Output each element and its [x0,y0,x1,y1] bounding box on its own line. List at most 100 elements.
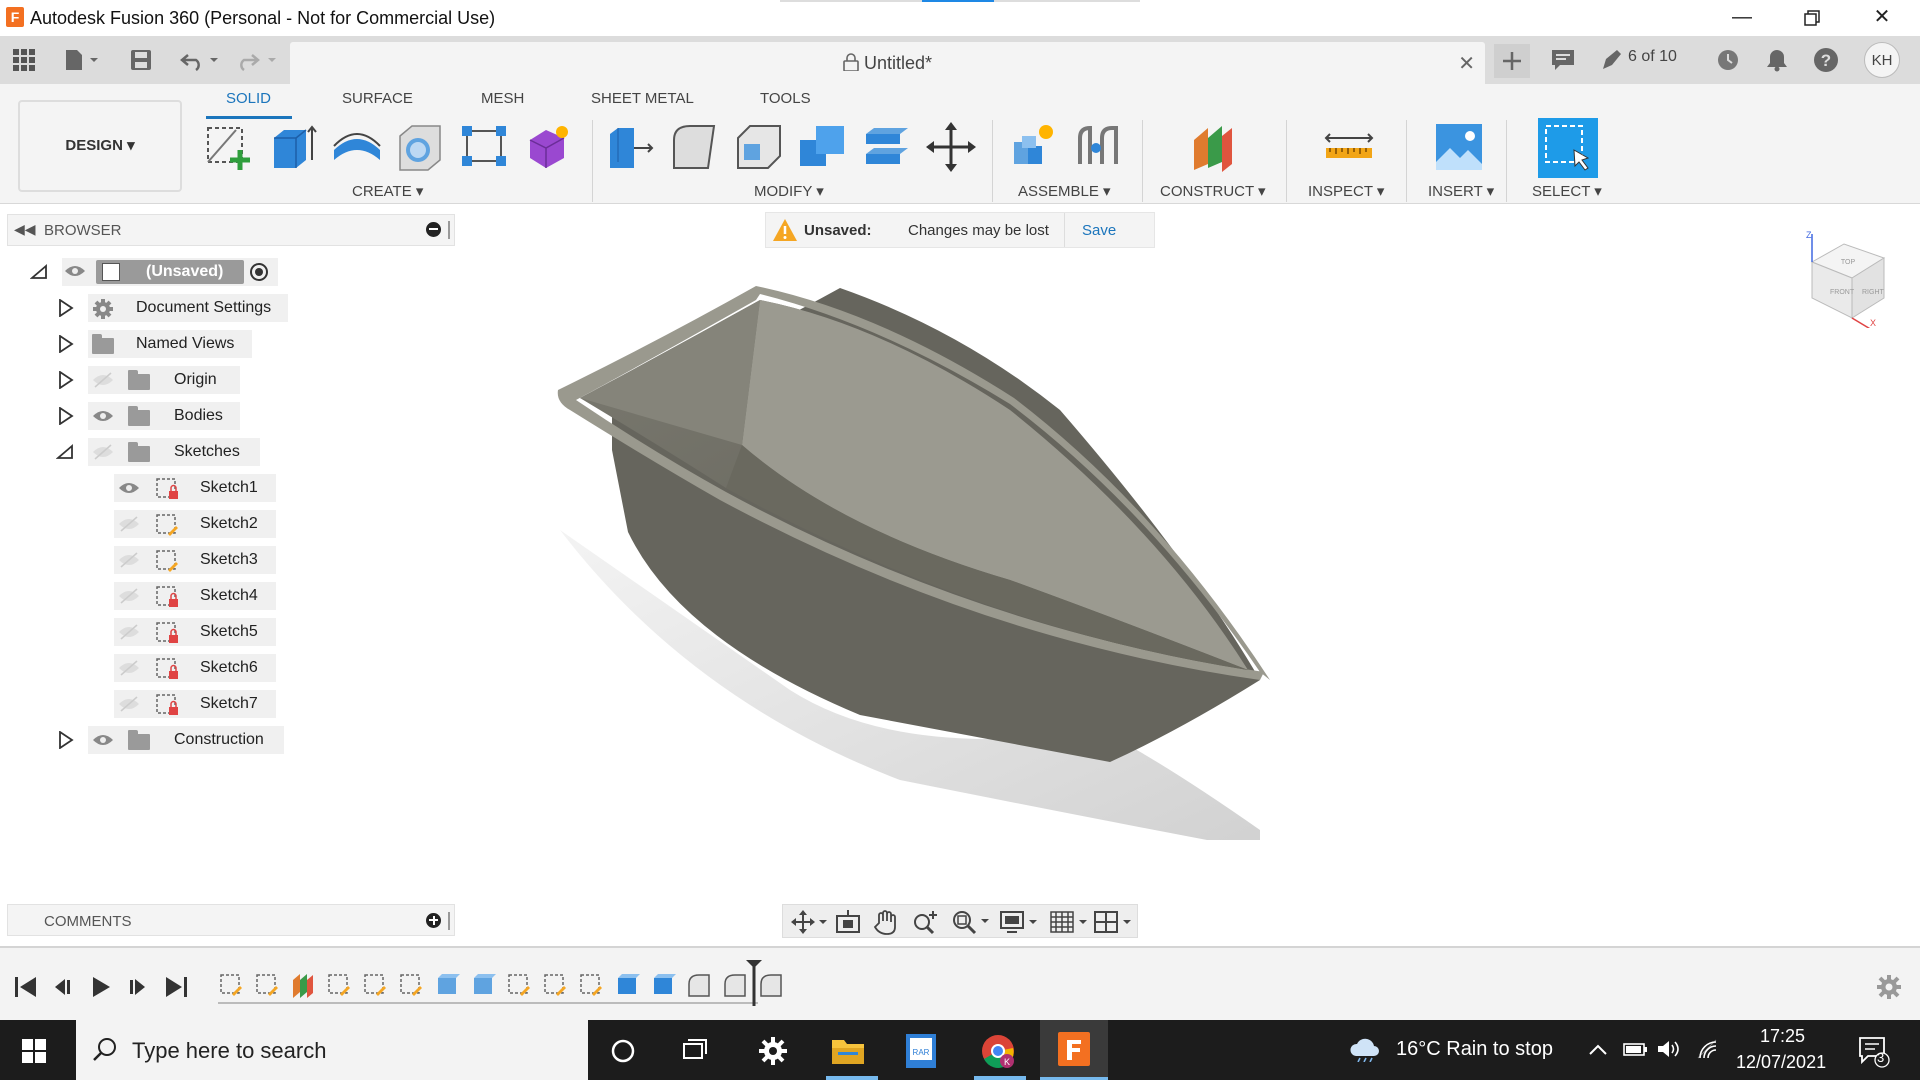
timeline-revolve-feature-icon[interactable] [470,972,496,998]
joint-icon[interactable] [1072,120,1126,174]
tree-item-sketch[interactable]: Sketch6 [0,654,460,682]
step-back-icon[interactable] [52,976,74,998]
tree-item-construction[interactable]: Construction [0,726,460,754]
apps-grid-icon[interactable] [10,44,38,76]
tree-item-sketch[interactable]: Sketch4 [0,582,460,610]
user-avatar[interactable]: KH [1864,42,1900,78]
expand-arrow-icon[interactable] [58,407,74,425]
timeline-sketch-feature-icon[interactable] [362,972,388,998]
notification-bell-icon[interactable] [1764,44,1790,76]
timeline-plane-feature-icon[interactable] [290,972,316,998]
play-icon[interactable] [90,976,112,998]
timeline-extrude-feature-icon[interactable] [614,972,640,998]
new-component-icon[interactable] [1008,120,1062,174]
timeline-sketch-feature-icon[interactable] [506,972,532,998]
zoom-icon[interactable] [911,909,939,935]
browser-resize-handle[interactable] [448,221,450,239]
hidden-eye-icon[interactable] [118,696,140,715]
inspect-menu[interactable]: INSPECT ▾ [1308,182,1384,200]
viewcube[interactable]: TOP FRONT RIGHT Z X [1800,228,1900,328]
close-tab-icon[interactable]: ✕ [1458,51,1475,76]
task-view-icon[interactable] [680,1038,710,1064]
hidden-eye-icon[interactable] [118,588,140,607]
winrar-icon[interactable]: RAR [904,1032,938,1070]
collapse-arrow-icon[interactable] [56,444,74,460]
volume-icon[interactable] [1656,1038,1682,1060]
visibility-eye-icon[interactable] [92,408,114,427]
file-menu-icon[interactable] [60,44,104,76]
timeline-sketch-feature-icon[interactable] [578,972,604,998]
tree-item-sketch[interactable]: Sketch1 [0,474,460,502]
assemble-menu[interactable]: ASSEMBLE ▾ [1018,182,1111,200]
viewport-3d[interactable] [540,260,1320,840]
grid-settings-icon[interactable] [1049,910,1089,934]
tree-item-document-settings[interactable]: Document Settings [0,294,460,322]
go-to-start-icon[interactable] [14,976,38,998]
rectangular-pattern-icon[interactable] [458,120,512,174]
display-settings-icon[interactable] [999,910,1039,934]
tree-item-sketches[interactable]: Sketches [0,438,460,466]
tree-item-named-views[interactable]: Named Views [0,330,460,358]
create-sketch-icon[interactable] [202,120,256,174]
modify-menu[interactable]: MODIFY ▾ [754,182,824,200]
chrome-icon[interactable]: K [980,1033,1016,1069]
step-forward-icon[interactable] [126,976,148,998]
viewports-icon[interactable] [1093,910,1133,934]
fillet-icon[interactable] [668,120,722,174]
settings-gear-icon[interactable] [758,1036,788,1066]
weather-text[interactable]: 16°C Rain to stop [1396,1038,1553,1061]
document-tab[interactable]: Untitled* ✕ [290,42,1485,84]
save-icon[interactable] [128,44,154,76]
hidden-eye-icon[interactable] [92,372,114,391]
save-link[interactable]: Save [1082,222,1116,239]
split-body-icon[interactable] [860,120,914,174]
close-button[interactable]: ✕ [1852,0,1912,36]
wifi-icon[interactable] [1696,1038,1720,1060]
construct-menu[interactable]: CONSTRUCT ▾ [1160,182,1266,200]
tab-surface[interactable]: SURFACE [342,90,413,107]
expand-arrow-icon[interactable] [58,335,74,353]
hidden-eye-icon[interactable] [118,660,140,679]
tab-mesh[interactable]: MESH [481,90,524,107]
windows-start-icon[interactable] [22,1039,46,1063]
go-to-end-icon[interactable] [164,976,188,998]
select-tool-icon[interactable] [1538,118,1598,178]
chevron-up-icon[interactable] [1588,1042,1608,1056]
restore-button[interactable] [1782,0,1842,36]
tree-item-bodies[interactable]: Bodies [0,402,460,430]
collapse-panel-icon[interactable]: ◀◀ [14,221,36,238]
minimize-browser-icon[interactable] [426,222,441,237]
redo-icon[interactable] [236,44,280,76]
timeline-sketch-feature-icon[interactable] [398,972,424,998]
orbit-icon[interactable] [791,910,827,934]
clock-date[interactable]: 12/07/2021 [1736,1052,1826,1073]
chamfer-icon[interactable] [732,120,786,174]
measure-icon[interactable] [1322,120,1376,174]
visibility-eye-icon[interactable] [64,263,86,282]
timeline-sketch-feature-icon[interactable] [542,972,568,998]
shell-icon[interactable] [394,120,448,174]
taskbar-search-box[interactable]: Type here to search [76,1020,588,1080]
timeline-fillet-feature-icon[interactable] [686,972,712,998]
clock-icon[interactable] [1714,44,1742,76]
job-status-icon[interactable] [1598,44,1624,76]
comments-resize-handle[interactable] [448,912,450,930]
form-icon[interactable] [522,120,576,174]
tree-root[interactable]: (Unsaved) [0,258,460,286]
new-tab-icon[interactable] [1494,44,1530,78]
timeline-shell-feature-icon[interactable] [434,972,460,998]
look-at-icon[interactable] [835,910,861,934]
expand-arrow-icon[interactable] [58,299,74,317]
press-pull-icon[interactable] [604,120,658,174]
cortana-icon[interactable] [610,1038,636,1064]
timeline-marker[interactable] [744,958,764,1008]
pan-hand-icon[interactable] [873,909,899,935]
timeline-sketch-feature-icon[interactable] [326,972,352,998]
tree-item-sketch[interactable]: Sketch7 [0,690,460,718]
comment-icon[interactable] [1548,44,1578,76]
document-count[interactable]: 6 of 10 [1628,48,1677,66]
hidden-eye-icon[interactable] [92,444,114,463]
tab-tools[interactable]: TOOLS [760,90,811,107]
tree-item-sketch[interactable]: Sketch3 [0,546,460,574]
fit-zoom-icon[interactable] [951,909,991,935]
